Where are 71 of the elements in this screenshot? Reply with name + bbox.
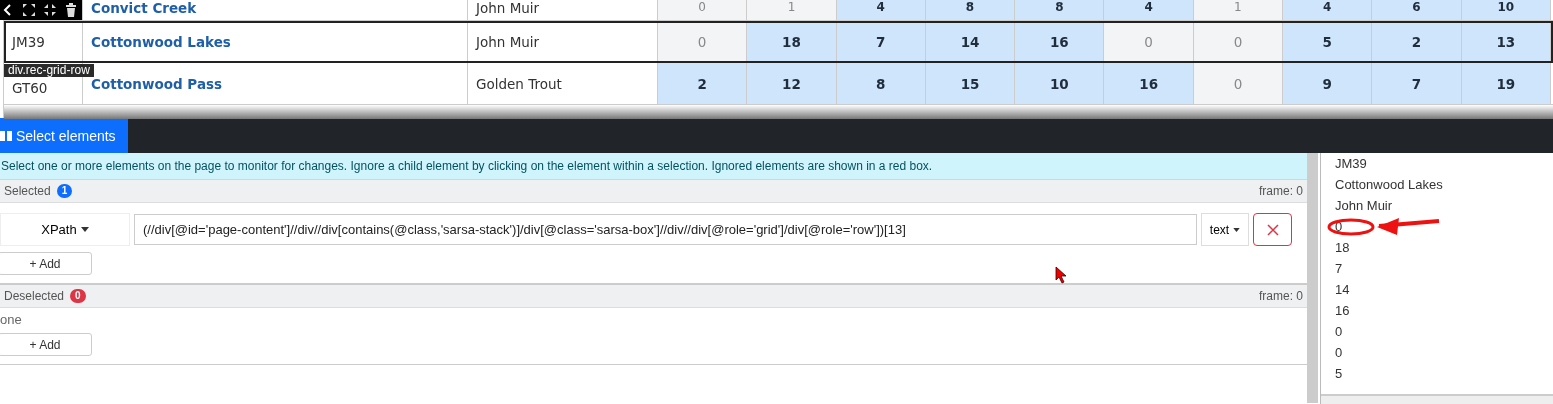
table-cell: 14 (925, 21, 1016, 62)
table-cell: 9 (1283, 63, 1373, 104)
table-cell: 8 (1015, 0, 1105, 20)
table-cell: 0 (658, 0, 748, 20)
preview-text: Cottonwood Lakes (1335, 177, 1443, 192)
add-button[interactable]: + Add (0, 333, 92, 356)
table-cell: 0 (1104, 21, 1194, 62)
section-title: Selected (4, 184, 51, 198)
table-cell: 18 (747, 21, 837, 62)
xpath-field[interactable]: (//div[@id='page-content']//div//div[contains(@class,'sarsa-stack')]/div[@class='sarsa-box']//div//div[@role='grid']/div[@role='row'])[13] (134, 214, 1197, 245)
preview-text: 0 (1335, 324, 1343, 339)
table-cell: JM39 (12, 33, 45, 50)
preview-text: 16 (1335, 303, 1350, 318)
empty-text: one (0, 311, 23, 327)
preview-text: 7 (1335, 261, 1343, 276)
frame-label: frame: 0 (1259, 289, 1303, 303)
table-cell: 6 (1372, 0, 1462, 20)
trail-link[interactable]: Convict Creek (91, 0, 197, 16)
table-cell: GT60 (12, 80, 48, 96)
caret-icon (1233, 227, 1241, 232)
table-cell: 4 (1104, 0, 1194, 20)
table-cell: 10 (1461, 0, 1551, 20)
table-cell: 12 (747, 63, 837, 104)
cursor-icon (1055, 266, 1067, 284)
element-label: div.rec-grid-row (4, 64, 94, 77)
table-cell: 16 (1104, 63, 1194, 104)
preview-text: JM39 (1335, 156, 1367, 171)
info-message: Select one or more elements on the page to monitor for changes. Ignore a child element by clicking on the element within a selection. Ignored elements are shown in a red box. (0, 153, 1307, 180)
table-cell: Golden Trout (476, 75, 562, 92)
table-cell: 0 (658, 21, 748, 62)
table-cell: 4 (836, 0, 926, 20)
table-cell: 2 (658, 63, 748, 104)
caret-icon (80, 227, 89, 232)
mode-dropdown[interactable]: text (1201, 213, 1249, 246)
preview-text: 5 (1335, 366, 1343, 381)
trail-link[interactable]: Cottonwood Lakes (91, 33, 231, 50)
selector-type-dropdown[interactable]: XPath (0, 213, 130, 246)
preview-text: 18 (1335, 240, 1350, 255)
preview-text: 0 (1335, 219, 1343, 234)
section-title: Deselected (4, 289, 65, 303)
table-cell: 7 (1372, 63, 1462, 104)
preview-text: 14 (1335, 282, 1350, 297)
frame-label: frame: 0 (1259, 184, 1303, 198)
tab[interactable]: Select elements (0, 118, 128, 153)
table-cell: 7 (836, 21, 926, 62)
table-cell: 15 (925, 63, 1016, 104)
preview-text: John Muir (1335, 198, 1393, 213)
table-cell: John Muir (476, 33, 540, 50)
table-cell: 19 (1461, 63, 1551, 104)
table-cell: 2 (1372, 21, 1462, 62)
remove-button[interactable] (1253, 213, 1292, 246)
table-cell: John Muir (476, 0, 540, 16)
table-cell: 16 (1015, 21, 1105, 62)
table-cell: 1 (1193, 0, 1284, 20)
count-badge: 0 (70, 289, 86, 303)
table-cell: 4 (1283, 0, 1373, 20)
count-badge: 1 (56, 184, 73, 198)
scrollbar[interactable] (1307, 153, 1318, 403)
table-cell: 0 (1193, 21, 1284, 62)
table-cell: 8 (925, 0, 1016, 20)
preview-text: 0 (1335, 345, 1343, 360)
panel-icon (0, 129, 12, 142)
add-button[interactable]: + Add (0, 252, 92, 275)
close-icon (1266, 223, 1279, 236)
table-cell: 8 (836, 63, 926, 104)
table-cell: 10 (1015, 63, 1105, 104)
table-cell: 0 (1193, 63, 1284, 104)
table-cell: 5 (1283, 21, 1373, 62)
table-cell: 1 (747, 0, 837, 20)
trail-link[interactable]: Cottonwood Pass (91, 75, 223, 92)
table-cell: 13 (1461, 21, 1551, 62)
